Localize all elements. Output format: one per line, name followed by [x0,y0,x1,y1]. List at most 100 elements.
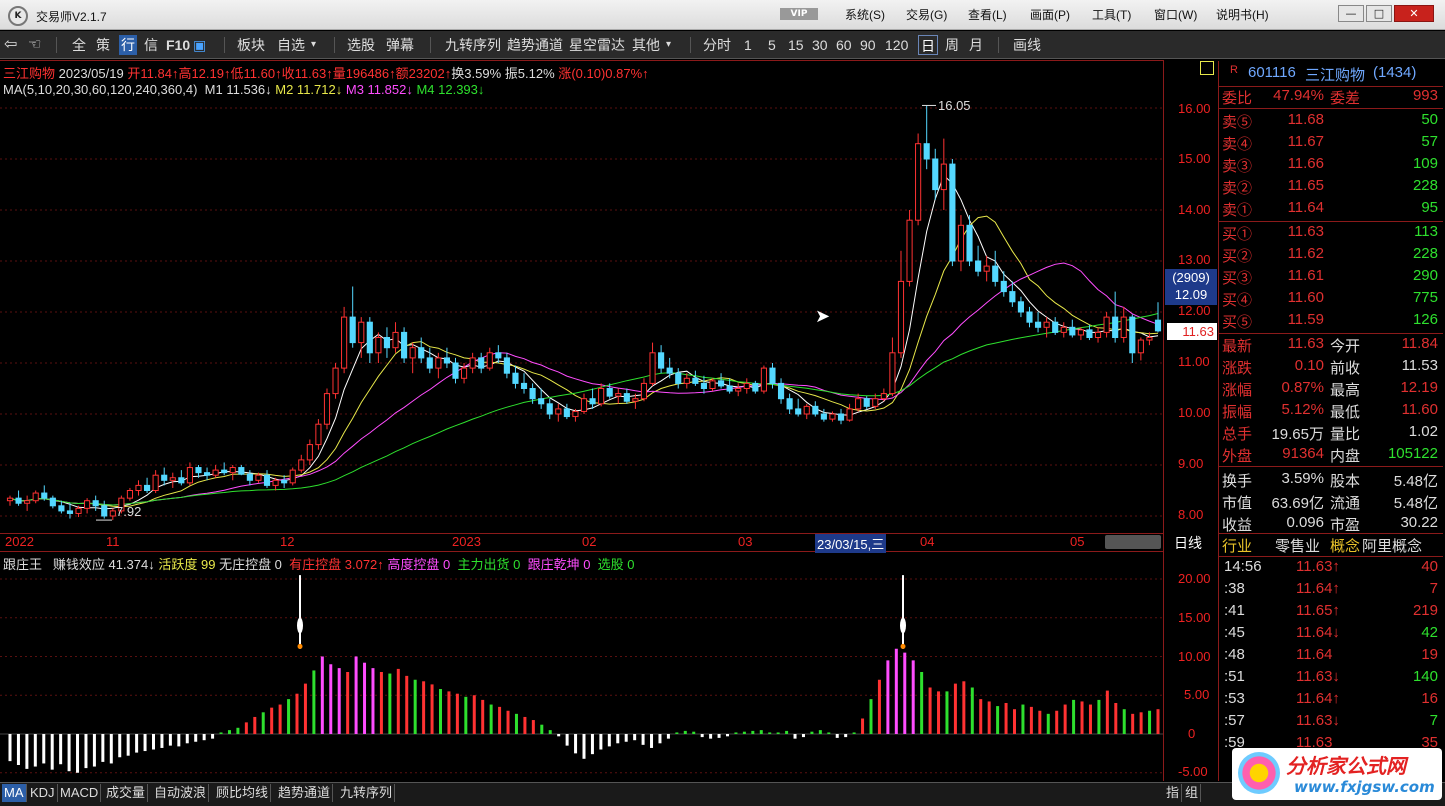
tick-volume: 140 [1412,668,1438,685]
period-5m[interactable]: 5 [768,35,776,55]
tb-sector[interactable]: 板块 [237,35,265,55]
candlestick-chart[interactable] [0,98,1163,533]
candle-body [435,357,442,369]
tab-volume[interactable]: 成交量 [104,784,149,802]
menu-tools[interactable]: 工具(T) [1092,6,1131,23]
candle-body [1086,329,1093,339]
menu-trade[interactable]: 交易(G) [906,6,947,23]
menu-system[interactable]: 系统(S) [845,6,885,23]
scrollbar-thumb[interactable] [1105,535,1161,549]
candle-body [58,505,65,512]
candle-body [538,398,545,405]
tb-screener[interactable]: 选股 [347,35,375,55]
dropdown-arrow-icon[interactable]: ▾ [666,35,671,55]
candle-body [383,337,391,349]
stat-label: 涨幅 [1222,382,1253,399]
dropdown-arrow-icon[interactable]: ▾ [311,35,316,55]
candle-body [837,413,845,421]
candle-body [966,224,973,262]
concept-value[interactable]: 阿里概念 [1362,535,1440,556]
tab-macd[interactable]: MACD [58,784,102,802]
indicator-bar [481,699,485,734]
tab-trend-channel[interactable]: 趋势通道 [276,784,334,802]
buy-volume: 775 [1412,289,1438,306]
period-30m[interactable]: 30 [812,35,828,55]
candle-body [460,367,468,379]
indicator-info-line: 跟庄王 赚钱效应 41.374↓ 活跃度 99 无庄控盘 0 有庄控盘 3.07… [3,557,635,572]
tab-nine-turn[interactable]: 九转序列 [338,784,396,802]
candle-body [66,510,74,514]
period-intraday[interactable]: 分时 [703,35,731,55]
ind-axis-label: 10.00 [1178,649,1211,664]
tb-other[interactable]: 其他 [632,35,660,55]
indicator-bar [523,716,527,734]
panel-divider [1219,533,1443,534]
menu-screen[interactable]: 画面(P) [1030,6,1070,23]
candle-body [1120,316,1127,339]
ma-m4: M4 12.393 [416,82,478,97]
tb-draw-line[interactable]: 画线 [1013,35,1041,55]
indicator-bar [135,734,139,753]
tab-group[interactable]: 组 [1183,784,1202,802]
tb-trend-channel[interactable]: 趋势通道 [507,35,563,55]
close-button[interactable]: ✕ [1394,5,1434,22]
maximize-button[interactable]: □ [1366,5,1392,22]
tb-info[interactable]: 信 [144,35,158,55]
menu-help[interactable]: 说明书(H) [1216,6,1269,23]
candle-body [949,163,956,262]
candle-body [1034,321,1042,328]
menu-window[interactable]: 窗口(W) [1154,6,1197,23]
app-title: 交易师V2.1.7 [36,10,107,24]
minimize-button[interactable]: — [1338,5,1364,22]
tab-auto-wave[interactable]: 自动波浪 [152,784,210,802]
stat-label: 前收 [1330,360,1361,377]
period-120m[interactable]: 120 [885,35,908,55]
indicator-bar [633,734,637,741]
candle-body [589,398,596,405]
period-90m[interactable]: 90 [860,35,876,55]
tb-watchlist[interactable]: 自选 [277,35,305,55]
candle-body [1077,329,1084,336]
indicator-bar [514,713,518,734]
tb-all[interactable]: 全 [72,35,86,55]
tab-gmma[interactable]: 顾比均线 [214,784,272,802]
tick-volume: 16 [1421,690,1438,707]
indicator-bar [582,734,586,759]
ma-m3: M3 11.852 [345,82,407,97]
tab-ma[interactable]: MA [2,784,27,802]
candle-body [1069,326,1076,336]
vip-badge[interactable]: VIP [780,8,818,20]
period-day[interactable]: 日 [918,35,938,55]
period-week[interactable]: 周 [945,35,959,55]
tick-volume: 40 [1421,558,1438,575]
period-month[interactable]: 月 [969,35,983,55]
indicator-bar [202,734,206,741]
tb-danmaku[interactable]: 弹幕 [386,35,414,55]
tb-star-radar[interactable]: 星空雷达 [569,35,625,55]
indicator-bar [557,734,561,737]
tab-index[interactable]: 指 [1164,784,1183,802]
indicator-bar [126,734,130,756]
expand-icon[interactable] [1200,61,1214,75]
period-1m[interactable]: 1 [744,35,752,55]
tb-nine-turn[interactable]: 九转序列 [445,35,501,55]
tb-strategy[interactable]: 策 [96,35,110,55]
period-60m[interactable]: 60 [836,35,852,55]
period-15m[interactable]: 15 [788,35,804,55]
tab-kdj[interactable]: KDJ [28,784,58,802]
tb-quote[interactable]: 行 [119,35,137,55]
indicator-name[interactable]: 跟庄王 [3,557,42,572]
indicator-bar [768,732,772,734]
candle-body [1154,319,1162,332]
layout-icon[interactable]: ▣ [193,35,206,55]
indicator-bar [759,730,763,734]
indicator-chart[interactable] [0,572,1163,780]
industry-value[interactable]: 零售业 [1275,535,1320,556]
indicator-bar [59,734,63,765]
stat-label: 市值 [1222,495,1253,512]
back-icon[interactable]: ⇦ [4,35,17,55]
tb-f10[interactable]: F10 [166,35,190,55]
indicator-gaodu: 高度控盘 0 [387,557,451,572]
menu-view[interactable]: 查看(L) [968,6,1007,23]
hand-icon[interactable]: ☜ [28,35,41,55]
